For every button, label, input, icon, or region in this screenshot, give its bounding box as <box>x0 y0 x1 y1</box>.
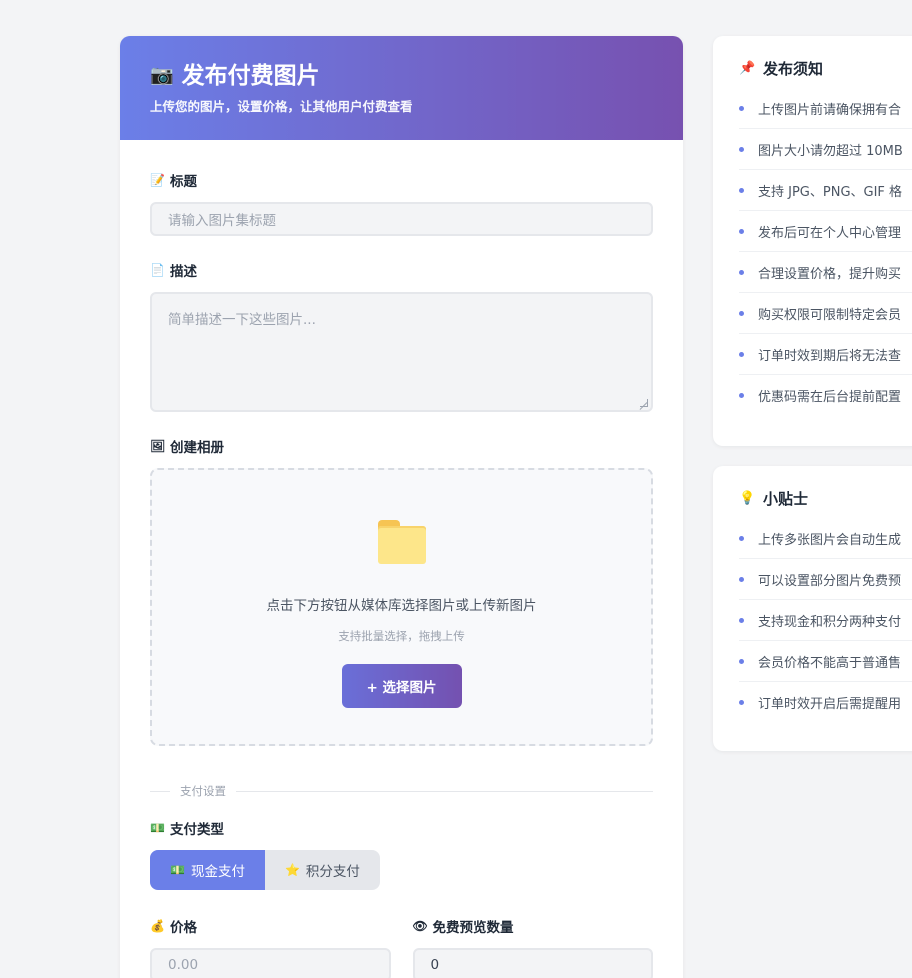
tips-title: 💡 小贴士 <box>739 486 912 510</box>
title-input[interactable]: 请输入图片集标题 <box>150 202 653 236</box>
notice-card: 📌 发布须知 上传图片前请确保拥有合 图片大小请勿超过 10MB 支持 JPG、… <box>713 36 912 446</box>
list-item: 会员价格不能高于普通售 <box>739 641 912 682</box>
list-item: 上传多张图片会自动生成 <box>739 518 912 559</box>
free-preview-group: 👁 免费预览数量 0 <box>412 916 654 978</box>
list-item: 图片大小请勿超过 10MB <box>739 129 912 170</box>
price-group: 💰 价格 0.00 <box>150 916 391 978</box>
select-images-button[interactable]: + 选择图片 <box>341 664 462 708</box>
bulb-icon: 💡 <box>739 490 756 506</box>
list-item: 支持 JPG、PNG、GIF 格 <box>739 170 912 211</box>
title-label: 📝 标题 <box>150 170 653 190</box>
price-label-text: 价格 <box>170 920 197 936</box>
cash-payment-option[interactable]: 💵 现金支付 <box>150 850 265 890</box>
free-preview-label: 👁 免费预览数量 <box>413 916 654 936</box>
payment-type-label: 💵 支付类型 <box>150 818 653 838</box>
price-placeholder: 0.00 <box>168 957 199 973</box>
camera-icon: 📷 <box>150 63 174 86</box>
star-icon: ⭐ <box>284 863 300 877</box>
list-item: 合理设置价格，提升购买 <box>739 252 912 293</box>
cash-payment-label: 现金支付 <box>190 864 245 880</box>
list-item: 订单时效开启后需提醒用 <box>739 682 912 723</box>
description-label: 📄 描述 <box>150 260 653 280</box>
list-item: 支持现金和积分两种支付 <box>739 600 912 641</box>
description-label-text: 描述 <box>170 264 197 280</box>
page-icon: 📄 <box>150 263 165 277</box>
money-bag-icon: 💰 <box>150 919 165 933</box>
free-preview-label-text: 免费预览数量 <box>432 920 514 936</box>
free-preview-value: 0 <box>430 957 440 973</box>
resize-handle-icon[interactable] <box>640 399 648 407</box>
list-item: 发布后可在个人中心管理 <box>739 211 912 252</box>
tips-card: 💡 小贴士 上传多张图片会自动生成 可以设置部分图片免费预 支持现金和积分两种支… <box>713 466 912 751</box>
price-preview-row: 💰 价格 0.00 👁 免费预览数量 0 <box>150 916 653 978</box>
free-preview-input[interactable]: 0 <box>412 948 653 978</box>
list-item: 优惠码需在后台提前配置 <box>739 375 912 416</box>
payment-section-title: 支付设置 <box>180 784 226 798</box>
points-payment-option[interactable]: ⭐ 积分支付 <box>265 850 380 890</box>
list-item: 订单时效到期后将无法查 <box>739 334 912 375</box>
payment-type-toggle: 💵 现金支付 ⭐ 积分支付 <box>150 850 380 890</box>
notice-title: 📌 发布须知 <box>739 56 912 80</box>
image-dropzone[interactable]: 点击下方按钮从媒体库选择图片或上传新图片 支持批量选择，拖拽上传 + 选择图片 <box>150 468 653 746</box>
page-title: 📷 发布付费图片 <box>150 58 653 89</box>
album-label: 🖼 创建相册 <box>150 436 653 456</box>
tips-list: 上传多张图片会自动生成 可以设置部分图片免费预 支持现金和积分两种支付 会员价格… <box>739 518 912 723</box>
list-item: 购买权限可限制特定会员 <box>739 293 912 334</box>
pin-icon: 📌 <box>739 60 756 76</box>
cash-icon: 💵 <box>170 863 185 877</box>
title-input-placeholder: 请输入图片集标题 <box>168 213 276 229</box>
memo-icon: 📝 <box>150 173 165 187</box>
dropzone-text: 点击下方按钮从媒体库选择图片或上传新图片 <box>266 598 537 614</box>
payment-type-label-text: 支付类型 <box>170 822 224 838</box>
price-input[interactable]: 0.00 <box>150 948 391 978</box>
price-label: 💰 价格 <box>150 916 391 936</box>
payment-section-divider: 支付设置 <box>150 782 653 800</box>
album-label-text: 创建相册 <box>170 440 224 456</box>
form-body: 📝 标题 请输入图片集标题 📄 描述 简单描述一下这些图片... 🖼 创建相册 … <box>120 140 683 978</box>
description-textarea[interactable]: 简单描述一下这些图片... <box>150 292 653 412</box>
dropzone-hint: 支持批量选择，拖拽上传 <box>338 629 465 643</box>
description-placeholder: 简单描述一下这些图片... <box>168 312 316 328</box>
money-icon: 💵 <box>150 821 165 835</box>
tips-title-text: 小贴士 <box>763 489 809 508</box>
picture-icon: 🖼 <box>150 439 166 453</box>
points-payment-label: 积分支付 <box>305 864 360 880</box>
page-title-text: 发布付费图片 <box>181 63 320 89</box>
list-item: 可以设置部分图片免费预 <box>739 559 912 600</box>
notice-list: 上传图片前请确保拥有合 图片大小请勿超过 10MB 支持 JPG、PNG、GIF… <box>739 88 912 416</box>
list-item: 上传图片前请确保拥有合 <box>739 88 912 129</box>
page-subtitle: 上传您的图片，设置价格，让其他用户付费查看 <box>150 99 413 114</box>
publish-form-card: 📷 发布付费图片 上传您的图片，设置价格，让其他用户付费查看 📝 标题 请输入图… <box>120 36 683 978</box>
title-label-text: 标题 <box>170 174 197 190</box>
notice-title-text: 发布须知 <box>763 59 824 78</box>
folder-icon <box>377 520 426 564</box>
card-header: 📷 发布付费图片 上传您的图片，设置价格，让其他用户付费查看 <box>120 36 683 140</box>
eye-icon: 👁 <box>412 919 428 933</box>
